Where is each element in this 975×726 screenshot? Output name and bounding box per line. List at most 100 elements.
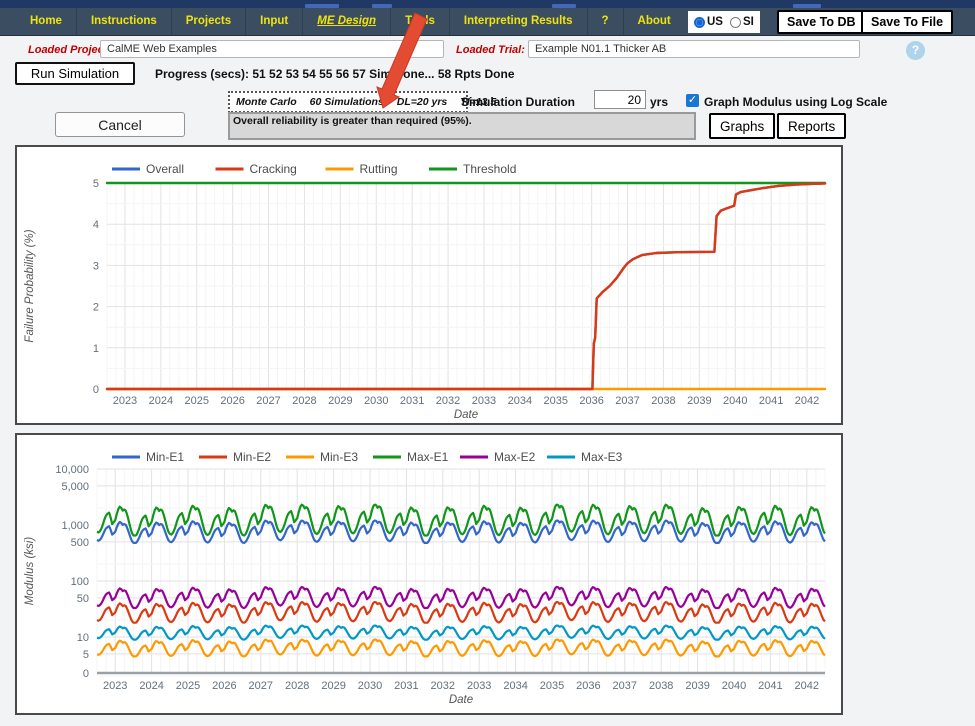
svg-text:2037: 2037 xyxy=(615,395,639,407)
units-radio-us[interactable]: US xyxy=(694,16,723,28)
svg-text:2040: 2040 xyxy=(723,395,747,407)
cancel-button[interactable]: Cancel xyxy=(55,112,185,137)
svg-text:2027: 2027 xyxy=(256,395,280,407)
loaded-trial-label: Loaded Trial: xyxy=(456,44,525,56)
svg-text:50: 50 xyxy=(77,593,89,605)
save-to-file-button[interactable]: Save To File xyxy=(861,10,953,34)
mc-simulations: 60 Simulations xyxy=(310,96,384,108)
radio-dot-icon xyxy=(694,17,705,28)
svg-text:2031: 2031 xyxy=(394,680,418,692)
svg-text:5: 5 xyxy=(83,649,89,661)
svg-text:2038: 2038 xyxy=(649,680,673,692)
help-icon[interactable]: ? xyxy=(906,41,925,60)
mc-mode: Monte Carlo xyxy=(236,96,297,108)
svg-text:2039: 2039 xyxy=(685,680,709,692)
svg-text:2035: 2035 xyxy=(544,395,568,407)
status-message-text: Overall reliability is greater than requ… xyxy=(230,114,694,128)
svg-text:10,000: 10,000 xyxy=(55,464,89,476)
svg-text:Min-E3: Min-E3 xyxy=(320,450,358,464)
svg-text:Date: Date xyxy=(449,694,473,706)
failure-probability-plot: 0 1 2 3 4 5 Overall Cracking Rutting Threshold 202… xyxy=(17,147,837,419)
modulus-plot: 10,0005,0001,000500100501050Min-E1Min-E2… xyxy=(17,435,837,709)
svg-text:Threshold: Threshold xyxy=(463,162,516,176)
nav-item-tools[interactable]: Tools xyxy=(390,8,449,35)
svg-text:2031: 2031 xyxy=(400,395,424,407)
svg-text:Failure Probability (%): Failure Probability (%) xyxy=(24,229,36,342)
svg-text:2024: 2024 xyxy=(149,395,173,407)
svg-text:Date: Date xyxy=(454,409,478,419)
mc-design-life: DL=20 yrs xyxy=(397,96,448,108)
units-toggle: US SI xyxy=(688,11,760,33)
svg-text:2029: 2029 xyxy=(328,395,352,407)
save-to-db-button[interactable]: Save To DB xyxy=(777,10,866,34)
svg-text:2033: 2033 xyxy=(467,680,491,692)
svg-text:2042: 2042 xyxy=(795,680,819,692)
svg-text:Max-E2: Max-E2 xyxy=(494,450,536,464)
svg-text:2032: 2032 xyxy=(436,395,460,407)
svg-text:Min-E1: Min-E1 xyxy=(146,450,184,464)
nav-item-me-design[interactable]: ME Design xyxy=(302,8,390,35)
svg-text:2029: 2029 xyxy=(321,680,345,692)
svg-text:Overall: Overall xyxy=(146,162,184,176)
svg-text:2034: 2034 xyxy=(508,395,532,407)
svg-text:2: 2 xyxy=(93,302,99,314)
loaded-project-input[interactable] xyxy=(100,40,444,58)
simulation-duration-label: Simulation Duration xyxy=(461,95,575,109)
status-message-box: Overall reliability is greater than requ… xyxy=(228,112,696,140)
clipped-banner xyxy=(0,0,975,8)
svg-text:2038: 2038 xyxy=(651,395,675,407)
svg-text:Min-E2: Min-E2 xyxy=(233,450,271,464)
svg-text:2027: 2027 xyxy=(249,680,273,692)
calme-app-page: Home Instructions Projects Input ME Desi… xyxy=(0,0,975,726)
svg-text:4: 4 xyxy=(93,219,99,231)
svg-text:2037: 2037 xyxy=(613,680,637,692)
units-radio-si[interactable]: SI xyxy=(730,16,754,28)
nav-item-help[interactable]: ? xyxy=(587,8,623,35)
svg-text:5,000: 5,000 xyxy=(61,481,89,493)
svg-text:2025: 2025 xyxy=(176,680,200,692)
monte-carlo-summary: Monte Carlo 60 Simulations DL=20 yrs TI=… xyxy=(228,91,468,113)
units-us-label: US xyxy=(707,16,723,28)
loaded-trial-input[interactable] xyxy=(528,40,860,58)
svg-text:2026: 2026 xyxy=(220,395,244,407)
nav-item-home[interactable]: Home xyxy=(16,8,76,35)
simulation-duration-input[interactable] xyxy=(594,90,646,109)
svg-text:2039: 2039 xyxy=(687,395,711,407)
svg-text:2035: 2035 xyxy=(540,680,564,692)
svg-text:Modulus (ksi): Modulus (ksi) xyxy=(24,537,36,606)
svg-text:1: 1 xyxy=(93,343,99,355)
svg-text:1,000: 1,000 xyxy=(61,520,89,532)
log-scale-checkbox-label: Graph Modulus using Log Scale xyxy=(704,95,887,109)
svg-text:100: 100 xyxy=(71,576,89,588)
run-simulation-button[interactable]: Run Simulation xyxy=(15,62,135,85)
svg-text:3: 3 xyxy=(93,260,99,272)
nav-item-projects[interactable]: Projects xyxy=(171,8,245,35)
svg-text:Cracking: Cracking xyxy=(250,162,297,176)
svg-text:10: 10 xyxy=(77,632,89,644)
svg-text:500: 500 xyxy=(71,537,89,549)
radio-dot-icon xyxy=(730,17,741,28)
modulus-chart: 10,0005,0001,000500100501050Min-E1Min-E2… xyxy=(15,433,843,715)
svg-text:2036: 2036 xyxy=(576,680,600,692)
reports-button[interactable]: Reports xyxy=(777,113,846,139)
svg-text:2028: 2028 xyxy=(285,680,309,692)
log-scale-checkbox[interactable] xyxy=(686,94,699,107)
svg-text:5: 5 xyxy=(93,178,99,190)
svg-text:0: 0 xyxy=(83,668,89,680)
svg-text:2023: 2023 xyxy=(103,680,127,692)
nav-item-input[interactable]: Input xyxy=(245,8,302,35)
svg-text:2030: 2030 xyxy=(358,680,382,692)
svg-text:2023: 2023 xyxy=(113,395,137,407)
svg-text:2024: 2024 xyxy=(139,680,163,692)
svg-text:2026: 2026 xyxy=(212,680,236,692)
loaded-project-label: Loaded Project: xyxy=(28,44,111,56)
nav-item-about[interactable]: About xyxy=(623,8,685,35)
graphs-button[interactable]: Graphs xyxy=(709,113,775,139)
svg-text:2041: 2041 xyxy=(758,680,782,692)
svg-text:2033: 2033 xyxy=(472,395,496,407)
svg-text:Rutting: Rutting xyxy=(360,162,398,176)
svg-text:2028: 2028 xyxy=(292,395,316,407)
nav-item-instructions[interactable]: Instructions xyxy=(76,8,171,35)
nav-item-interpreting-results[interactable]: Interpreting Results xyxy=(449,8,587,35)
svg-text:0: 0 xyxy=(93,384,99,396)
